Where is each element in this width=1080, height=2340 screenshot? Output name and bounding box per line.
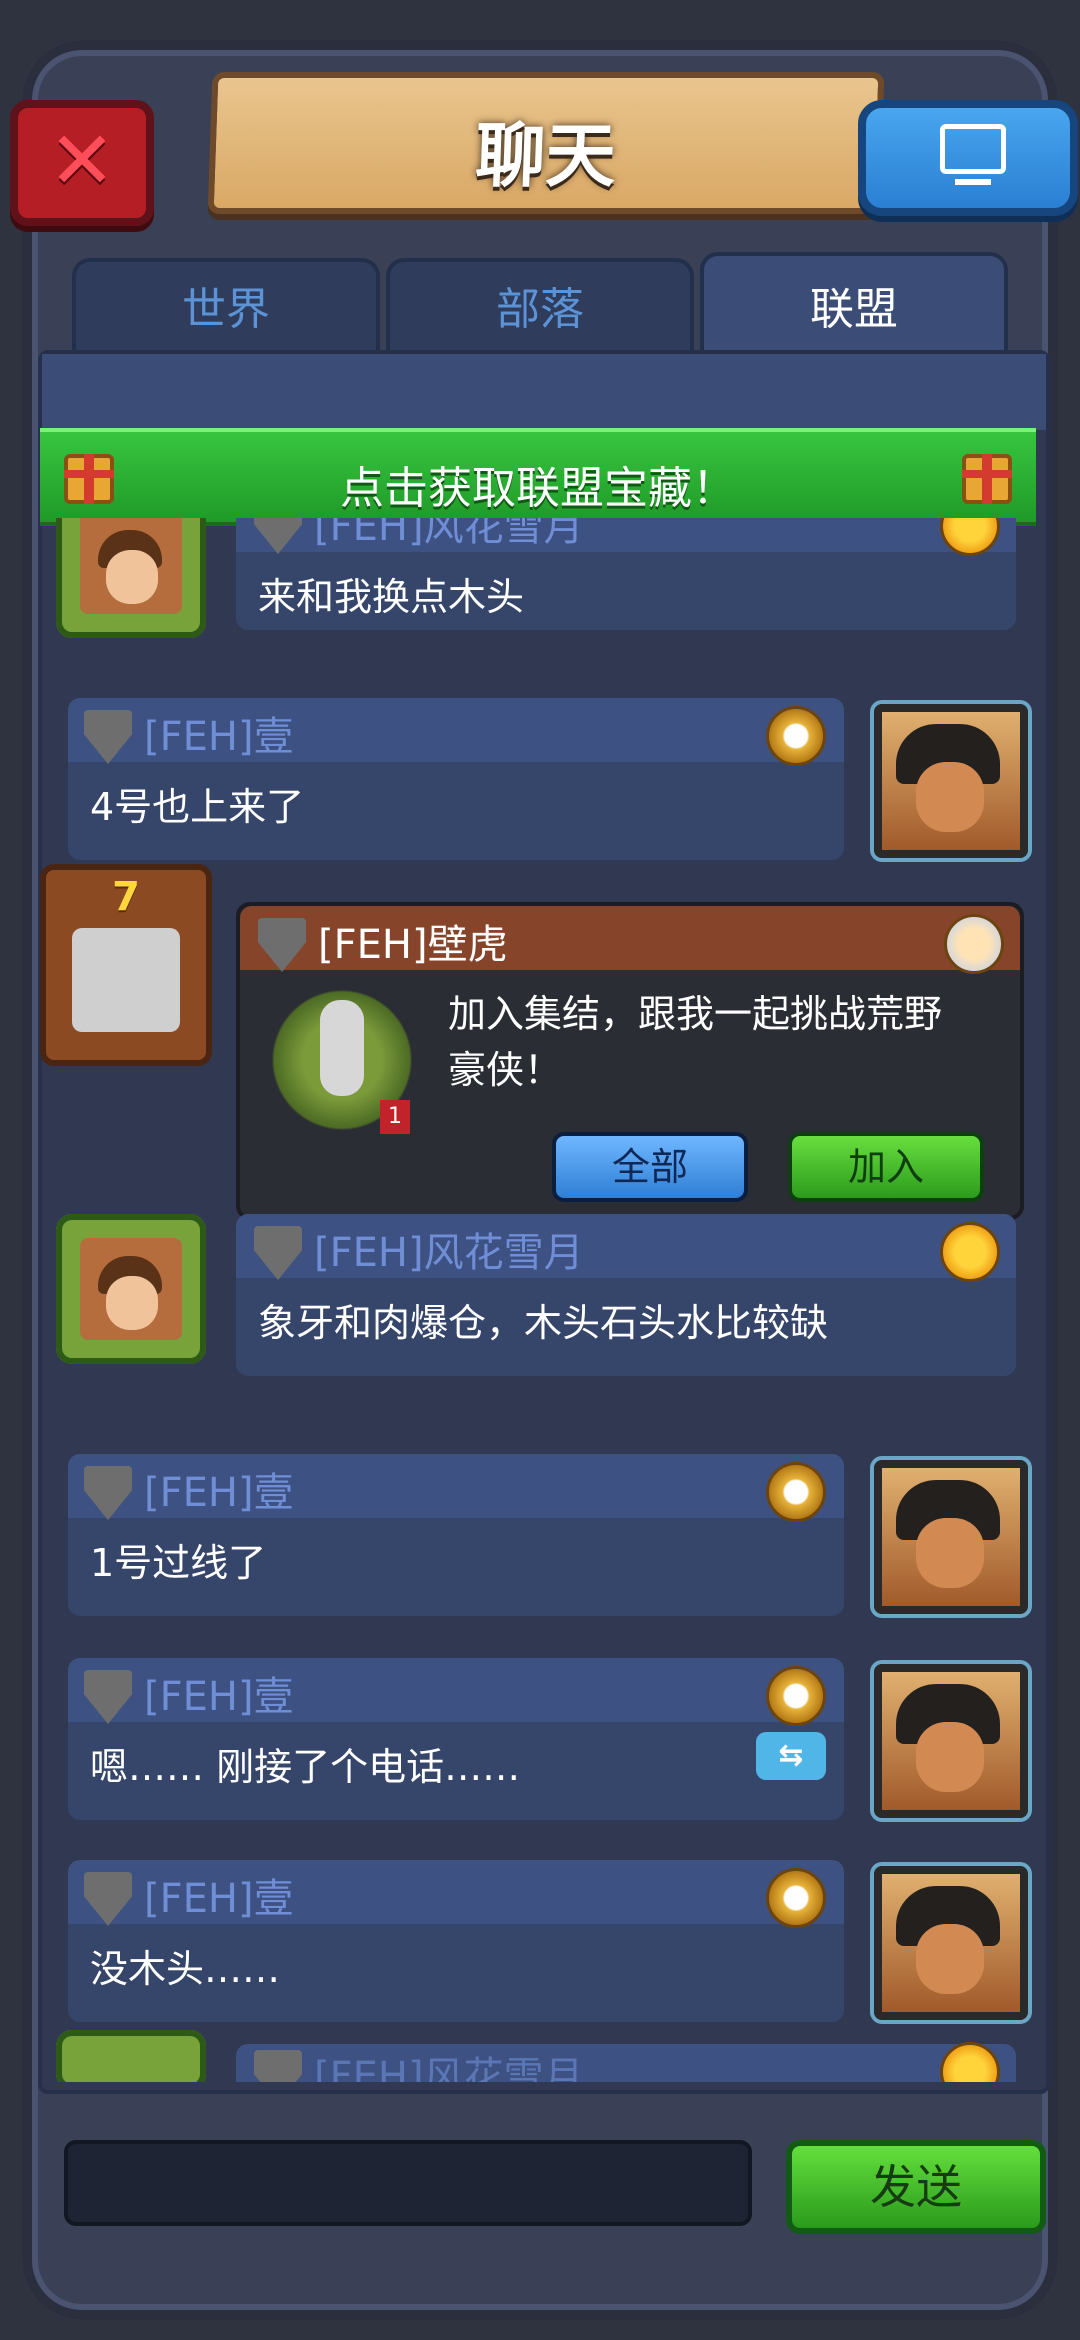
chat-message: [FEH]壹 没木头…… (40, 1860, 1040, 2030)
rank-badge-icon (766, 1868, 826, 1928)
chat-input[interactable] (64, 2140, 752, 2226)
message-text: 没木头…… (90, 1947, 281, 1991)
chat-message: [FEH]风花雪月 象牙和肉爆仓，木头石头水比较缺 (40, 1214, 1040, 1384)
rally-card: [FEH]壁虎 1 加入集结，跟我一起挑战荒野豪侠！ 全部 加入 (236, 902, 1024, 1220)
page-title: 聊天 (474, 115, 617, 197)
chat-message: [FEH]壹 4号也上来了 (40, 698, 1040, 868)
close-icon: ✕ (48, 114, 116, 207)
rank-badge-icon (940, 1222, 1000, 1282)
message-text: 来和我换点木头 (258, 575, 525, 619)
message-text: 4号也上来了 (90, 785, 305, 829)
send-button[interactable]: 发送 (786, 2140, 1046, 2234)
rank-badge-icon (766, 1462, 826, 1522)
chat-message: [FEH]壹 嗯…… 刚接了个电话…… ⇆ (40, 1658, 1040, 1828)
rally-header: [FEH]壁虎 (240, 906, 1020, 974)
sender-name: [FEH]壹 (144, 1876, 294, 1922)
gift-icon (962, 454, 1012, 504)
sender-name: [FEH]风花雪月 (314, 518, 584, 550)
sender-name: [FEH]壹 (144, 714, 294, 760)
chat-message: [FEH]风花雪月 来和我换点木头 (40, 518, 1040, 648)
message-bubble: [FEH]风花雪月 (236, 2042, 1016, 2082)
sender-name: [FEH]壹 (144, 1470, 294, 1516)
hero-icon: 1 (262, 980, 422, 1140)
avatar (72, 928, 180, 1032)
sender-name: [FEH]风花雪月 (314, 1230, 584, 1276)
player-level-frame[interactable]: 7 (40, 864, 212, 1066)
panel-header (42, 354, 1046, 430)
message-text: 嗯…… 刚接了个电话…… (90, 1745, 521, 1789)
chat-list[interactable]: [FEH]风花雪月 来和我换点木头 [FEH]壹 4号也上来了 7 [FEH]壁… (40, 518, 1040, 2082)
rank-badge-icon (766, 706, 826, 766)
avatar[interactable] (874, 1460, 1028, 1614)
title-banner: 聊天 (207, 72, 885, 214)
alliance-treasure-banner[interactable]: 点击获取联盟宝藏！ (40, 428, 1036, 526)
tab-bar: 世界 部落 联盟 (72, 252, 1008, 358)
avatar[interactable] (874, 1866, 1028, 2020)
message-bubble: [FEH]风花雪月 象牙和肉爆仓，木头石头水比较缺 (236, 1214, 1016, 1376)
rank-badge-icon (766, 1666, 826, 1726)
bear-badge-icon (944, 914, 1004, 974)
tab-alliance[interactable]: 联盟 (700, 252, 1008, 358)
message-bubble: [FEH]壹 1号过线了 (68, 1454, 844, 1616)
message-bubble: [FEH]风花雪月 来和我换点木头 (236, 518, 1016, 630)
shield-icon (258, 918, 306, 972)
sender-name: [FEH]壁虎 (318, 922, 508, 968)
message-bubble: [FEH]壹 4号也上来了 (68, 698, 844, 860)
hero-level: 1 (380, 1100, 410, 1134)
sender-name: [FEH]壹 (144, 1674, 294, 1720)
avatar[interactable] (874, 704, 1028, 858)
tab-world[interactable]: 世界 (72, 258, 380, 358)
join-button[interactable]: 加入 (788, 1132, 984, 1202)
screen-button[interactable] (858, 100, 1078, 216)
shield-icon (254, 2050, 302, 2082)
translate-icon[interactable]: ⇆ (756, 1732, 826, 1780)
avatar[interactable] (56, 2030, 206, 2082)
close-button[interactable]: ✕ (10, 100, 154, 226)
rally-text: 加入集结，跟我一起挑战荒野豪侠！ (448, 992, 943, 1092)
all-button[interactable]: 全部 (552, 1132, 748, 1202)
sender-name: [FEH]风花雪月 (314, 2054, 584, 2082)
chat-message: [FEH]风花雪月 (40, 2030, 1040, 2082)
avatar[interactable] (874, 1664, 1028, 1818)
player-level: 7 (112, 874, 140, 920)
chat-message: [FEH]壹 1号过线了 (40, 1454, 1040, 1624)
monitor-icon (940, 124, 1006, 185)
message-bubble: [FEH]壹 没木头…… (68, 1860, 844, 2022)
tab-tribe[interactable]: 部落 (386, 258, 694, 358)
treasure-text: 点击获取联盟宝藏！ (340, 463, 736, 514)
message-text: 1号过线了 (90, 1541, 267, 1585)
avatar[interactable] (56, 518, 206, 638)
avatar[interactable] (56, 1214, 206, 1364)
message-text: 象牙和肉爆仓，木头石头水比较缺 (258, 1301, 829, 1345)
message-bubble: [FEH]壹 嗯…… 刚接了个电话…… ⇆ (68, 1658, 844, 1820)
